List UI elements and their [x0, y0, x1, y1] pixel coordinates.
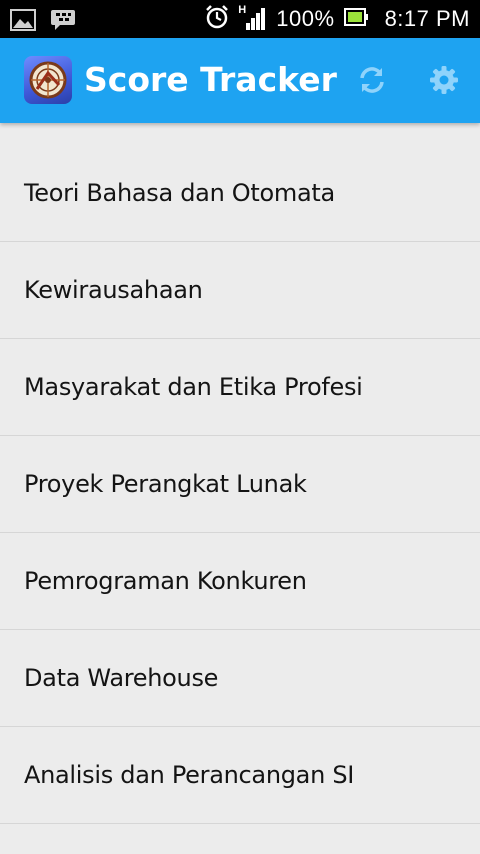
- course-list-item[interactable]: Analisis dan Perancangan SI: [0, 727, 480, 824]
- status-system: H 100% 8:17 PM: [204, 0, 470, 38]
- course-list-item[interactable]: Proyek Perangkat Lunak: [0, 436, 480, 533]
- course-name: Data Warehouse: [24, 664, 219, 692]
- clock: 8:17 PM: [384, 6, 470, 31]
- app-logo-icon[interactable]: [24, 56, 72, 104]
- settings-button[interactable]: [428, 64, 460, 96]
- refresh-button[interactable]: [356, 64, 388, 96]
- course-list-item[interactable]: Kewirausahaan: [0, 242, 480, 339]
- battery-icon: [343, 7, 369, 31]
- course-list-item[interactable]: Masyarakat dan Etika Profesi: [0, 339, 480, 436]
- signal-icon: H: [238, 4, 268, 32]
- course-name: Masyarakat dan Etika Profesi: [24, 373, 363, 401]
- course-name: Pemrograman Konkuren: [24, 567, 307, 595]
- app-title: Score Tracker: [84, 60, 337, 99]
- course-name: Teori Bahasa dan Otomata: [24, 179, 335, 207]
- bbm-icon: [50, 8, 76, 36]
- course-name: Analisis dan Perancangan SI: [24, 761, 355, 789]
- settings-icon: [430, 66, 458, 94]
- course-list-item[interactable]: Pemrograman Konkuren: [0, 533, 480, 630]
- status-notifications: [10, 8, 76, 36]
- refresh-icon: [360, 67, 384, 93]
- app-bar: Score Tracker: [0, 38, 480, 123]
- course-list-item[interactable]: Data Warehouse: [0, 630, 480, 727]
- course-name: Kewirausahaan: [24, 276, 203, 304]
- course-list-item[interactable]: Teori Bahasa dan Otomata: [0, 145, 480, 242]
- battery-percent: 100%: [276, 6, 335, 31]
- course-name: Proyek Perangkat Lunak: [24, 470, 307, 498]
- alarm-icon: [204, 4, 230, 34]
- course-list: Teori Bahasa dan Otomata Kewirausahaan M…: [0, 145, 480, 824]
- status-bar: H 100% 8:17 PM: [0, 0, 480, 38]
- gallery-icon: [10, 9, 36, 35]
